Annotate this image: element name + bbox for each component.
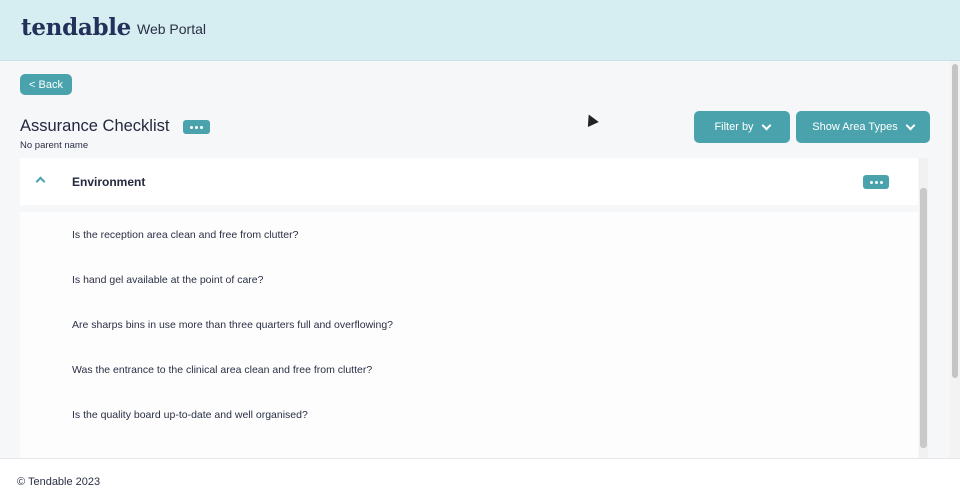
checklist-more-options-button[interactable]	[183, 120, 210, 134]
copyright-text: © Tendable 2023	[17, 476, 101, 488]
section-more-options-button[interactable]	[863, 175, 889, 189]
filter-by-label: Filter by	[714, 121, 754, 133]
question-item[interactable]: Was the entrance to the clinical area cl…	[72, 364, 372, 376]
page-scrollbar-thumb[interactable]	[952, 64, 958, 378]
section-scrollbar-thumb[interactable]	[920, 188, 927, 448]
ellipsis-icon	[869, 180, 873, 184]
chevron-down-icon	[761, 120, 772, 130]
tendable-logo[interactable]: tendable	[21, 14, 131, 41]
mouse-cursor-icon	[583, 111, 599, 128]
portal-title: Web Portal	[137, 21, 206, 37]
question-item[interactable]: Is hand gel available at the point of ca…	[72, 274, 263, 286]
section-title: Environment	[72, 175, 146, 189]
ellipsis-icon	[190, 125, 193, 129]
back-button[interactable]: < Back	[20, 74, 72, 95]
page-title: Assurance Checklist	[20, 117, 170, 135]
show-area-types-button[interactable]: Show Area Types	[796, 111, 930, 143]
section-header-environment[interactable]: Environment	[20, 158, 918, 205]
filter-by-button[interactable]: Filter by	[694, 111, 790, 143]
footer: © Tendable 2023	[0, 458, 960, 500]
show-area-types-label: Show Area Types	[812, 121, 898, 133]
question-list: Is the reception area clean and free fro…	[20, 212, 918, 458]
question-item[interactable]: Are sharps bins in use more than three q…	[72, 319, 393, 331]
chevron-down-icon	[905, 120, 916, 130]
question-item[interactable]: Is the quality board up-to-date and well…	[72, 409, 308, 421]
top-navbar: tendable Web Portal	[0, 0, 960, 61]
parent-name-label: No parent name	[20, 140, 89, 151]
chevron-up-icon[interactable]	[35, 176, 46, 187]
question-item[interactable]: Is the reception area clean and free fro…	[72, 229, 298, 241]
